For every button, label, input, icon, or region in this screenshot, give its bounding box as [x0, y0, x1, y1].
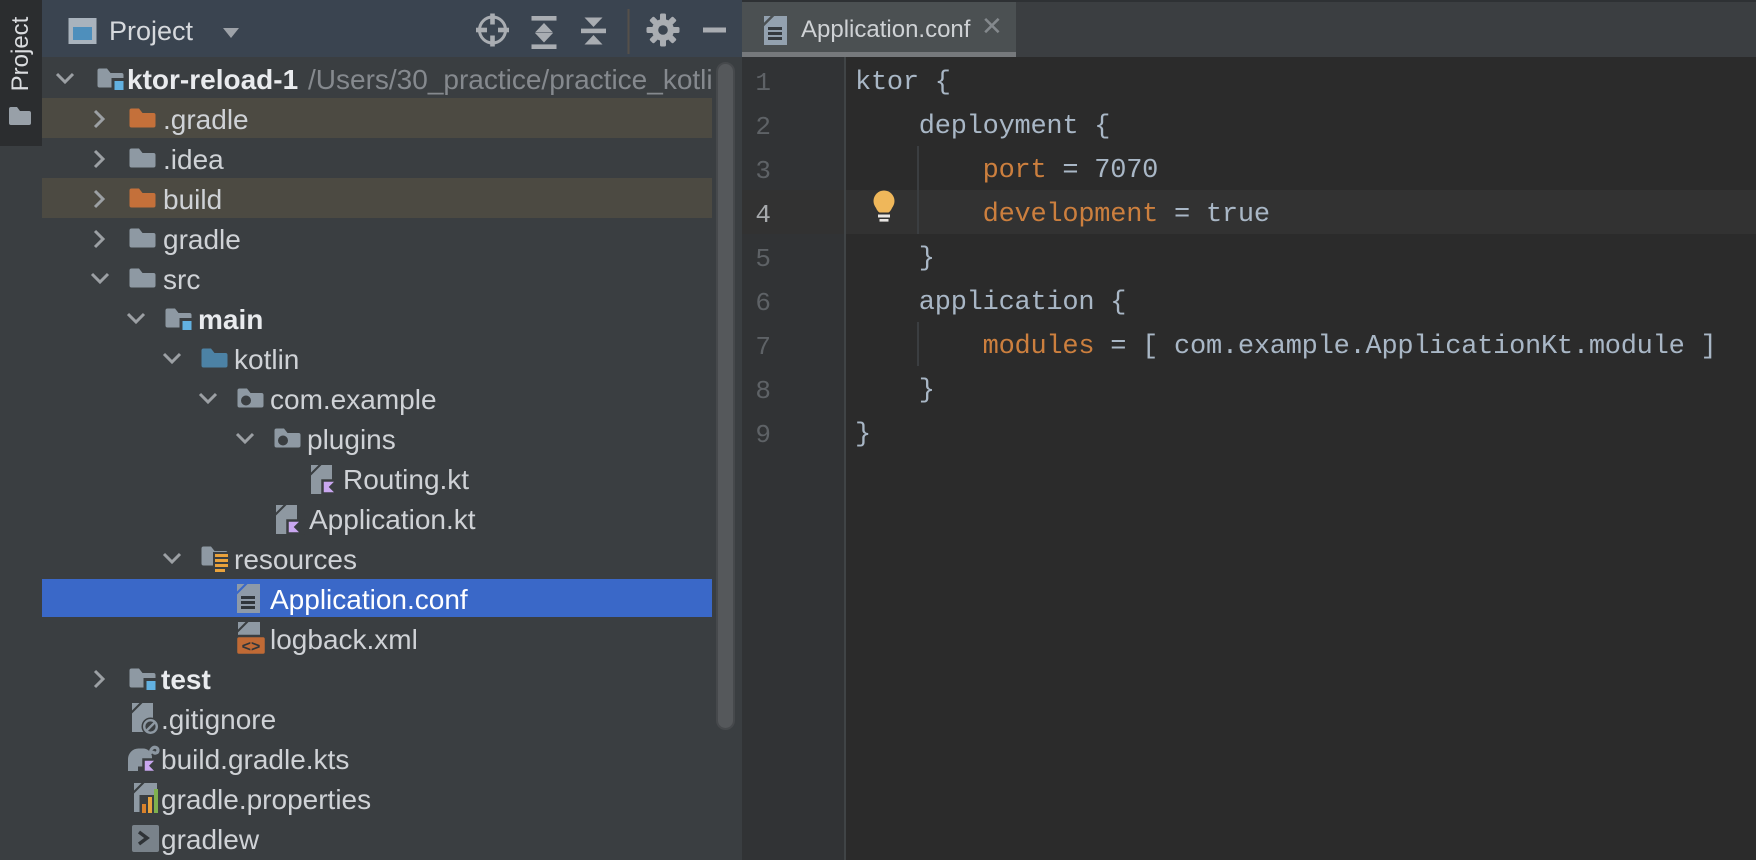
svg-text:<>: <> [242, 639, 261, 656]
